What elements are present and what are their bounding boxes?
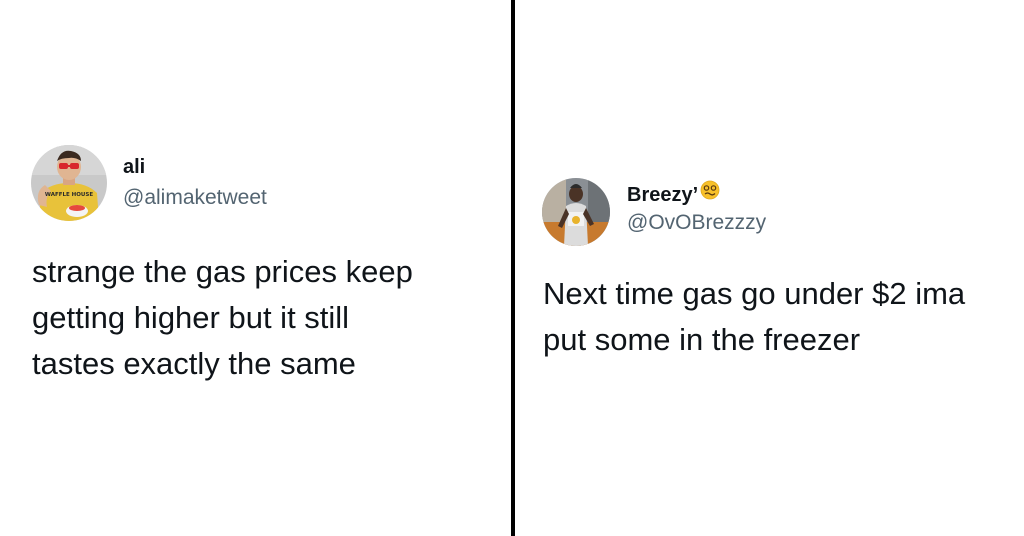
tweet-card-left: WAFFLE HOUSE ali @alimaketweet strange t… — [0, 0, 511, 536]
handle[interactable]: @alimaketweet — [123, 186, 267, 210]
tweet-text-line: getting higher but it still — [32, 300, 350, 335]
tweet-text-line: put some in the freezer — [543, 322, 861, 357]
tweet-text: strange the gas prices keep getting high… — [32, 249, 413, 387]
tweet-card-right: Breezy’ @OvOBrezzzy Next time gas go und… — [515, 0, 1024, 536]
display-name[interactable]: Breezy’ — [627, 180, 720, 207]
tweet-text-line: tastes exactly the same — [32, 346, 356, 381]
profile-photo-icon — [542, 178, 610, 246]
avatar[interactable] — [542, 178, 610, 246]
display-name[interactable]: ali — [123, 155, 145, 179]
tweet-text-line: strange the gas prices keep — [32, 254, 413, 289]
svg-text:WAFFLE HOUSE: WAFFLE HOUSE — [45, 192, 93, 198]
avatar[interactable]: WAFFLE HOUSE — [31, 145, 107, 221]
profile-photo-icon: WAFFLE HOUSE — [31, 145, 107, 221]
display-name-text: Breezy’ — [627, 184, 699, 206]
tweet-text: Next time gas go under $2 ima put some i… — [543, 271, 965, 363]
handle[interactable]: @OvOBrezzzy — [627, 211, 766, 235]
woozy-face-icon — [700, 180, 720, 206]
tweet-text-line: Next time gas go under $2 ima — [543, 276, 966, 311]
